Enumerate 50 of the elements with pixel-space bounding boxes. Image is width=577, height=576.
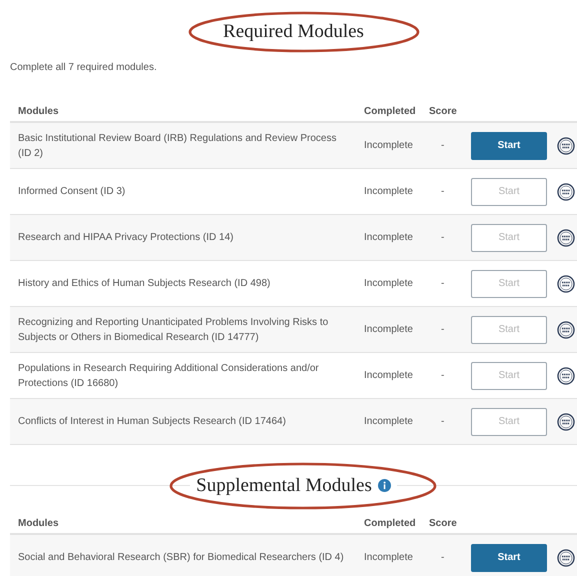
badge-icon[interactable] <box>557 228 575 246</box>
start-button[interactable]: Start <box>471 132 547 160</box>
badge-icon[interactable] <box>557 320 575 338</box>
score-value: - <box>441 552 444 563</box>
module-name: History and Ethics of Human Subjects Research (ID 498) <box>18 278 270 289</box>
module-name: Informed Consent (ID 3) <box>18 186 126 197</box>
score-value: - <box>441 140 444 151</box>
completion-status: Incomplete <box>364 140 413 151</box>
score-value: - <box>441 232 444 243</box>
section-heading: Supplemental Modules <box>196 476 372 494</box>
score-value: - <box>441 186 444 197</box>
score-value: - <box>441 324 444 335</box>
start-button[interactable]: Start <box>471 408 547 436</box>
column-header: Completed <box>364 106 416 116</box>
badge-icon[interactable] <box>557 548 575 566</box>
section-heading: Required Modules <box>223 22 364 40</box>
module-name: Basic Institutional Review Board (IRB) Regulations and Review Process (ID 2) <box>18 132 336 158</box>
completion-status: Incomplete <box>364 324 413 335</box>
completion-status: Incomplete <box>364 552 413 563</box>
column-header: Modules <box>18 518 59 528</box>
start-button[interactable]: Start <box>471 362 547 390</box>
module-name: Social and Behavioral Research (SBR) for Biomedical Researchers (ID 4) <box>18 552 344 563</box>
start-button[interactable]: Start <box>471 316 547 344</box>
start-button[interactable]: Start <box>471 544 547 572</box>
start-button[interactable]: Start <box>471 178 547 206</box>
badge-icon[interactable] <box>557 412 575 430</box>
score-value: - <box>441 416 444 427</box>
score-value: - <box>441 278 444 289</box>
module-name: Populations in Research Requiring Additional Considerations and/or Protections (ID 16680) <box>18 362 319 388</box>
column-header: Completed <box>364 518 416 528</box>
module-name: Conflicts of Interest in Human Subjects Research (ID 17464) <box>18 416 286 427</box>
completion-status: Incomplete <box>364 370 413 381</box>
score-value: - <box>441 370 444 381</box>
column-header: Score <box>429 518 457 528</box>
completion-status: Incomplete <box>364 186 413 197</box>
completion-status: Incomplete <box>364 416 413 427</box>
badge-icon[interactable] <box>557 136 575 154</box>
completion-status: Incomplete <box>364 278 413 289</box>
module-name: Research and HIPAA Privacy Protections (ID 14) <box>18 232 234 243</box>
intro-text: Complete all 7 required modules. <box>10 63 158 73</box>
column-header: Modules <box>18 106 59 116</box>
start-button[interactable]: Start <box>471 270 547 298</box>
start-button[interactable]: Start <box>471 224 547 252</box>
badge-icon[interactable] <box>557 366 575 384</box>
completion-status: Incomplete <box>364 232 413 243</box>
module-name: Recognizing and Reporting Unanticipated Problems Involving Risks to Subjects or Others in Biomedical Research (ID 14777) <box>18 316 328 342</box>
info-icon[interactable] <box>378 478 391 492</box>
column-header: Score <box>429 106 457 116</box>
badge-icon[interactable] <box>557 274 575 292</box>
badge-icon[interactable] <box>557 182 575 200</box>
